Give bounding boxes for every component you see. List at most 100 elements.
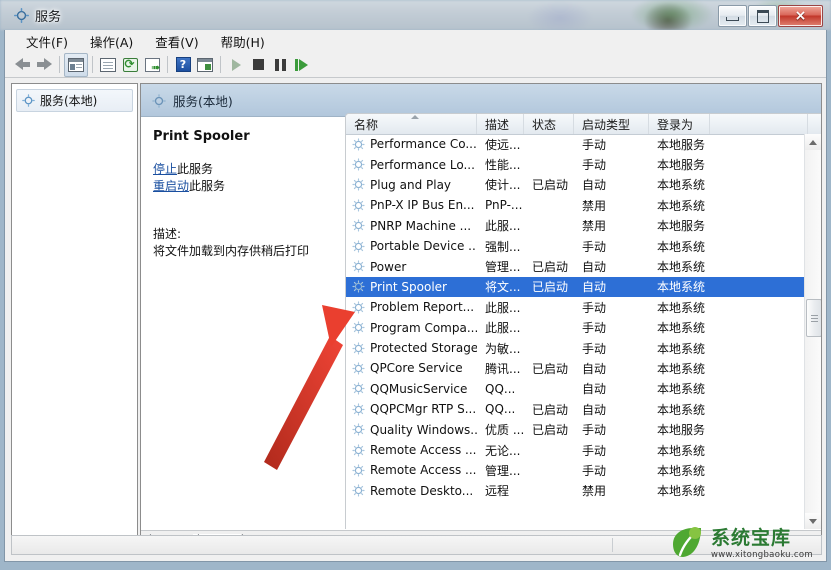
service-name-label: QQPCMgr RTP S... [370, 402, 476, 416]
table-row[interactable]: QPCore Service腾讯...已启动自动本地系统 [346, 358, 805, 378]
table-row[interactable]: Plug and Play使计...已启动自动本地系统 [346, 175, 805, 195]
start-service-button[interactable] [225, 54, 247, 76]
table-row[interactable]: Remote Access ...管理...手动本地系统 [346, 460, 805, 480]
service-name-label: PnP-X IP Bus En... [370, 198, 475, 212]
list-vertical-scrollbar[interactable] [804, 134, 821, 529]
table-row[interactable]: Performance Co...使远...手动本地服务 [346, 134, 805, 154]
minimize-button[interactable] [718, 5, 747, 27]
cell-status: 已启动 [524, 360, 574, 377]
stop-service-suffix: 此服务 [177, 162, 213, 176]
cell-status: 已启动 [524, 176, 574, 193]
service-name-label: Performance Lo... [370, 158, 475, 172]
cell-name: Quality Windows... [346, 423, 477, 437]
show-hide-action-pane-button[interactable] [194, 54, 216, 76]
column-header-4[interactable]: 登录为 [649, 114, 710, 134]
table-row[interactable]: Quality Windows...优质 ...已启动手动本地服务 [346, 419, 805, 439]
properties-button[interactable] [97, 54, 119, 76]
cell-logon: 本地系统 [649, 482, 710, 499]
watermark-brand: 系统宝库 [711, 529, 813, 548]
restart-service-suffix: 此服务 [189, 179, 225, 193]
services-list: 名称 描述 状态启动类型 登录为 Performance Co...使远...手动本地… [345, 113, 821, 529]
column-header-0[interactable]: 名称 [346, 114, 477, 134]
restart-service-button[interactable] [291, 54, 313, 76]
table-row[interactable]: Remote Access ...无论...手动本地系统 [346, 440, 805, 460]
tree-node-label: 服务(本地) [40, 92, 97, 109]
restart-service-row: 重启动此服务 [153, 178, 333, 195]
cell-desc: 此服... [477, 299, 524, 316]
column-header-5[interactable] [710, 114, 808, 134]
cell-desc: 将文... [477, 278, 524, 295]
maximize-icon [757, 10, 769, 23]
table-row[interactable]: Power管理...已启动自动本地系统 [346, 256, 805, 276]
tree-node-services-local[interactable]: 服务(本地) [16, 89, 133, 112]
close-icon: × [795, 9, 807, 23]
service-gear-icon [352, 321, 365, 334]
table-row[interactable]: QQMusicServiceQQ...自动本地系统 [346, 379, 805, 399]
cell-name: Print Spooler [346, 280, 477, 294]
menu-action[interactable]: 操作(A) [79, 30, 144, 53]
maximize-button[interactable] [748, 5, 777, 27]
forward-button[interactable] [33, 54, 55, 76]
close-button[interactable]: × [778, 5, 823, 27]
menu-file[interactable]: 文件(F) [15, 30, 79, 53]
restart-service-link[interactable]: 重启动 [153, 179, 189, 193]
service-name-label: Plug and Play [370, 178, 451, 192]
cell-desc: QQ... [477, 402, 524, 416]
cell-startup: 手动 [574, 238, 649, 255]
service-name-label: PNRP Machine ... [370, 219, 471, 233]
table-row[interactable]: PNRP Machine ...此服...禁用本地服务 [346, 216, 805, 236]
stop-icon [253, 59, 264, 70]
service-gear-icon [352, 484, 365, 497]
window-controls: × [718, 5, 823, 27]
scrollbar-thumb[interactable] [806, 299, 821, 337]
list-column-headers: 名称 描述 状态启动类型 登录为 [346, 114, 821, 135]
scroll-up-button[interactable] [805, 134, 821, 150]
toolbar-separator [59, 56, 60, 73]
help-button[interactable]: ? [172, 54, 194, 76]
service-detail-panel: Print Spooler 停止此服务 重启动此服务 描述: 将文件加载到内存供… [141, 117, 345, 529]
forward-arrow-icon [37, 58, 52, 71]
refresh-button[interactable] [119, 54, 141, 76]
cell-logon: 本地系统 [649, 319, 710, 336]
column-header-label: 描述 [485, 118, 509, 132]
stop-service-button[interactable] [247, 54, 269, 76]
toolbar-separator [220, 56, 221, 73]
column-header-label: 名称 [354, 118, 378, 132]
cell-name: PNRP Machine ... [346, 219, 477, 233]
table-row[interactable]: Problem Report...此服...手动本地系统 [346, 297, 805, 317]
back-button[interactable] [11, 54, 33, 76]
table-row[interactable]: Print Spooler将文...已启动自动本地系统 [346, 277, 805, 297]
refresh-icon [123, 58, 138, 72]
stop-service-row: 停止此服务 [153, 161, 333, 178]
cell-logon: 本地服务 [649, 156, 710, 173]
export-list-button[interactable]: ➠ [141, 54, 163, 76]
menu-view[interactable]: 查看(V) [144, 30, 209, 53]
pause-service-button[interactable] [269, 54, 291, 76]
cell-startup: 自动 [574, 380, 649, 397]
column-header-3[interactable]: 启动类型 [574, 114, 649, 134]
table-row[interactable]: PnP-X IP Bus En...PnP-...禁用本地系统 [346, 195, 805, 215]
column-header-1[interactable]: 描述 [477, 114, 524, 134]
table-row[interactable]: Program Compa...此服...手动本地系统 [346, 318, 805, 338]
cell-startup: 自动 [574, 360, 649, 377]
column-header-2[interactable]: 状态 [524, 114, 574, 134]
column-header-label: 启动类型 [582, 118, 630, 132]
status-bar-divider [612, 538, 613, 552]
show-hide-console-tree-button[interactable] [64, 53, 88, 77]
menu-help[interactable]: 帮助(H) [210, 30, 276, 53]
cell-logon: 本地系统 [649, 299, 710, 316]
table-row[interactable]: Protected Storage为敏...手动本地系统 [346, 338, 805, 358]
service-name-label: Remote Access ... [370, 463, 476, 477]
stop-service-link[interactable]: 停止 [153, 162, 177, 176]
console-tree-pane: 服务(本地) [11, 83, 138, 554]
cell-logon: 本地服务 [649, 136, 710, 153]
services-window: 服务 × 文件(F) 操作(A) 查看(V) 帮助(H) [4, 2, 827, 562]
cell-desc: 强制... [477, 238, 524, 255]
table-row[interactable]: QQPCMgr RTP S...QQ...已启动自动本地系统 [346, 399, 805, 419]
menu-bar: 文件(F) 操作(A) 查看(V) 帮助(H) [5, 30, 826, 52]
table-row[interactable]: Performance Lo...性能...手动本地服务 [346, 154, 805, 174]
table-row[interactable]: Remote Deskto...远程禁用本地系统 [346, 481, 805, 501]
table-row[interactable]: Portable Device ...强制...手动本地系统 [346, 236, 805, 256]
cell-startup: 手动 [574, 462, 649, 479]
toolbar-separator [167, 56, 168, 73]
